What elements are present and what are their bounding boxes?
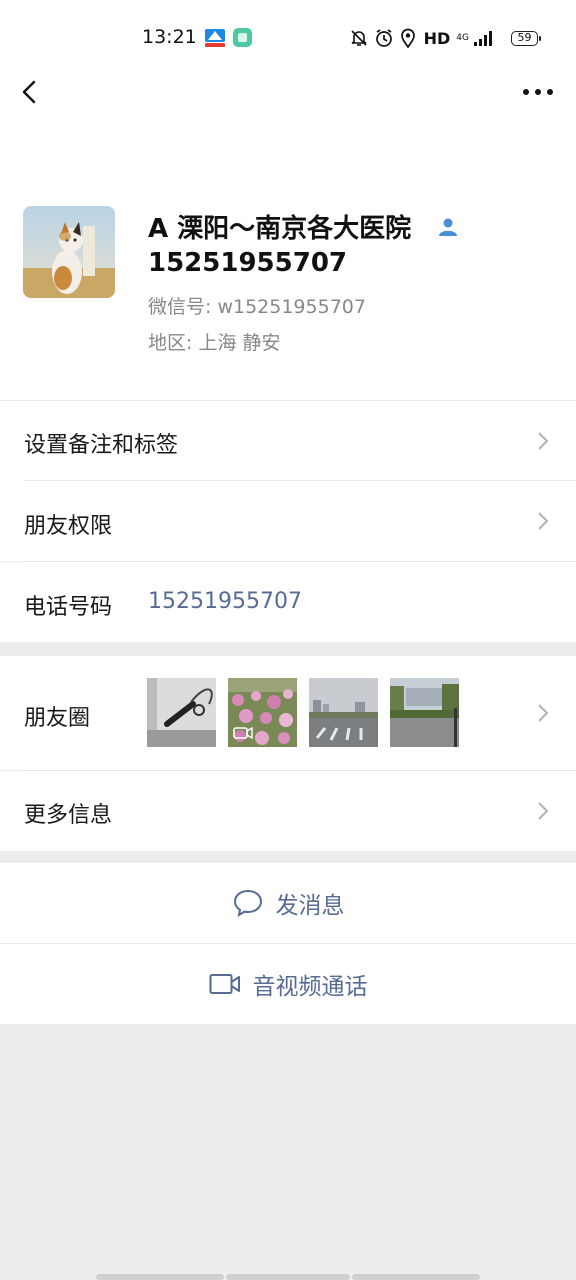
phone-number-link[interactable]: 15251955707 (148, 589, 302, 614)
video-call-label: 音视频通话 (252, 974, 368, 1000)
app-notification-icon (205, 29, 225, 47)
gesture-indicator (226, 1274, 350, 1280)
profile-header: A 溧阳～南京各大医院 15251955707 微信号: w1525195570… (0, 132, 576, 400)
gesture-indicator (352, 1274, 480, 1280)
contact-profile-screen: 13:21 HD 4G 59 A 溧阳～南京各大医院 15251955707 微… (0, 0, 576, 1280)
remark-label: 设置备注和标签 (24, 433, 179, 458)
region: 地区: 上海 静安 (148, 332, 281, 354)
chevron-right-icon (538, 432, 549, 450)
alarm-icon (375, 29, 392, 47)
row-remark-tags[interactable]: 设置备注和标签 (0, 401, 576, 481)
moments-thumbnail-4 (390, 678, 459, 747)
chevron-right-icon (538, 802, 549, 820)
location-icon (400, 28, 415, 48)
hd-indicator: HD (423, 28, 451, 48)
more-dots-icon[interactable] (520, 80, 556, 104)
network-type: 4G (456, 32, 469, 43)
wechat-id: 微信号: w15251955707 (148, 296, 366, 318)
row-permissions[interactable]: 朋友权限 (0, 481, 576, 561)
chat-bubble-icon (233, 889, 262, 918)
moments-label: 朋友圈 (24, 706, 91, 731)
more-info-label: 更多信息 (24, 803, 113, 828)
chevron-right-icon (538, 512, 549, 530)
phone-label: 电话号码 (24, 595, 113, 620)
row-phone: 电话号码 15251955707 (0, 562, 576, 642)
permissions-label: 朋友权限 (24, 514, 113, 539)
chevron-left-icon[interactable] (14, 76, 46, 108)
chevron-right-icon (538, 704, 549, 722)
contact-person-icon (439, 218, 457, 236)
mute-icon (351, 30, 367, 46)
video-camera-icon (209, 974, 240, 994)
contact-phone-title: 15251955707 (148, 248, 347, 278)
video-call-button[interactable]: 音视频通话 (0, 944, 576, 1024)
status-time: 13:21 (142, 26, 197, 48)
moments-thumbnail-1 (147, 678, 216, 747)
row-more-info[interactable]: 更多信息 (0, 771, 576, 851)
status-bar: 13:21 HD 4G 59 (0, 0, 576, 72)
battery-indicator: 59 (511, 30, 541, 46)
row-moments[interactable]: 朋友圈 (0, 656, 576, 770)
signal-icon (474, 31, 492, 46)
status-icons: HD 4G 59 (350, 26, 541, 50)
moments-thumbnail-3 (309, 678, 378, 747)
moments-thumbnail-2 (228, 678, 297, 747)
gesture-indicator (96, 1274, 224, 1280)
send-message-button[interactable]: 发消息 (0, 863, 576, 943)
avatar[interactable] (23, 206, 115, 298)
send-message-label: 发消息 (275, 893, 345, 919)
contact-name: A 溧阳～南京各大医院 (148, 214, 412, 244)
app-notification-icon-2 (233, 28, 252, 47)
nav-bar (0, 72, 576, 132)
